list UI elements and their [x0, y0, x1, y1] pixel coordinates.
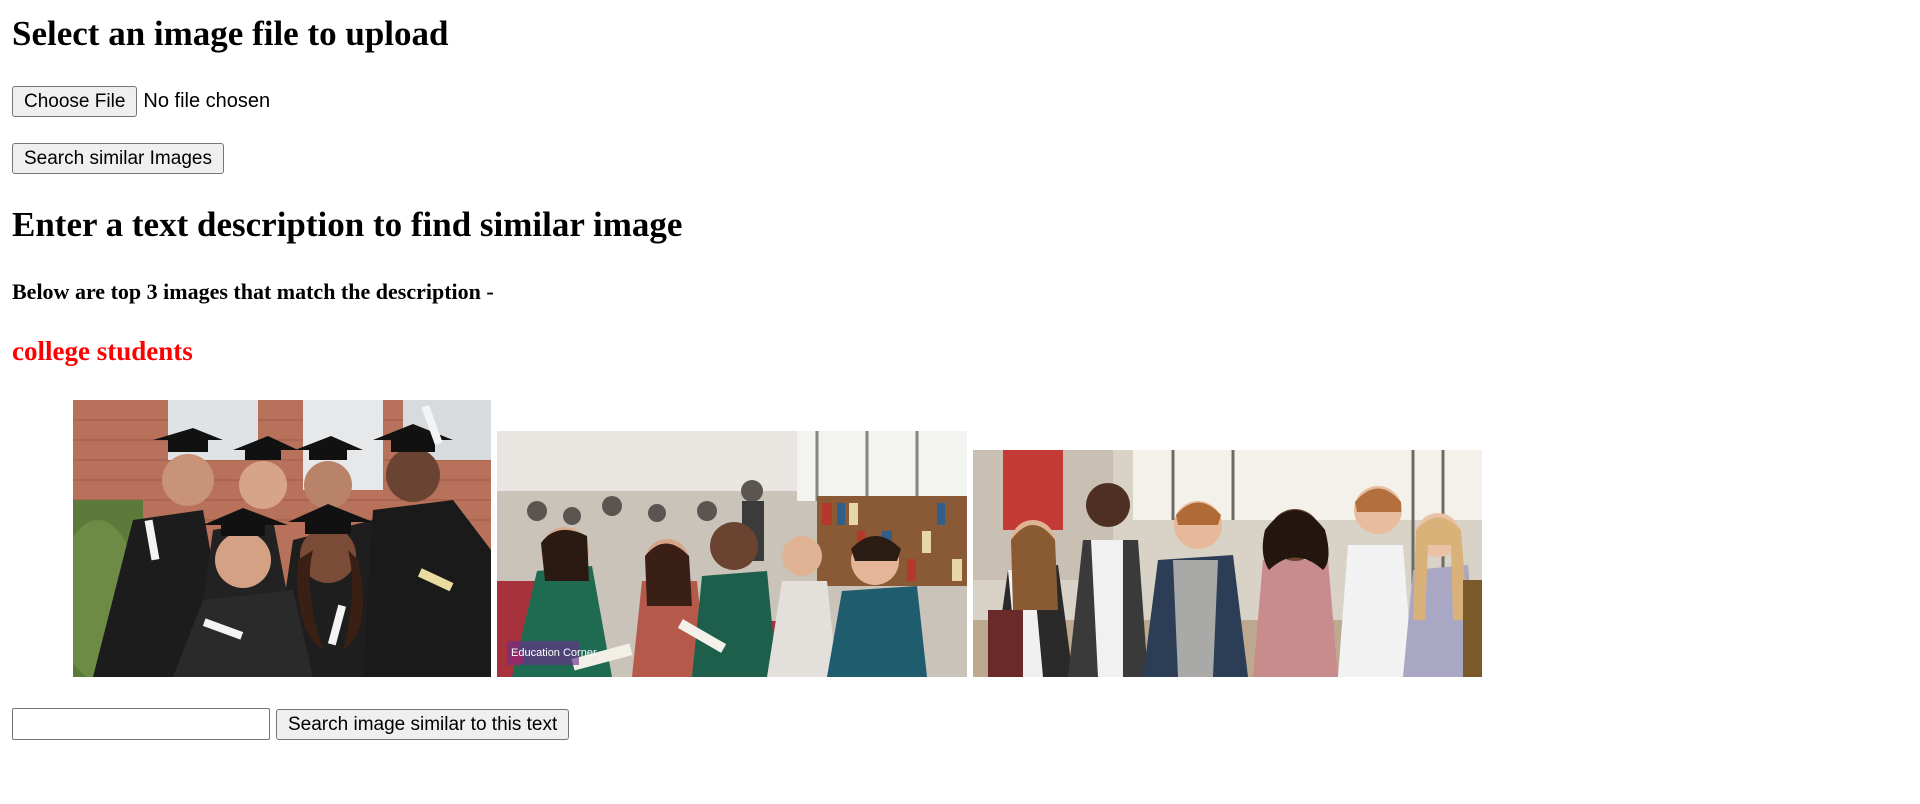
choose-file-button[interactable]: Choose File: [12, 86, 138, 117]
text-description-input[interactable]: [12, 708, 270, 740]
file-status-text: No file chosen: [143, 90, 271, 112]
result-image-library-study: Education Corner: [497, 431, 967, 677]
result-image-hallway-group: [973, 450, 1482, 677]
result-image-graduates: [73, 400, 491, 677]
query-text: college students: [12, 336, 193, 366]
search-similar-images-button[interactable]: Search similar Images: [12, 143, 224, 174]
file-input[interactable]: Choose File No file chosen: [12, 86, 270, 117]
watermark-text: Education Corner: [511, 647, 597, 659]
search-image-by-text-button[interactable]: Search image similar to this text: [276, 709, 570, 740]
text-search-heading: Enter a text description to find similar…: [12, 205, 683, 244]
upload-heading: Select an image file to upload: [12, 14, 449, 53]
results-heading: Below are top 3 images that match the de…: [12, 279, 494, 304]
